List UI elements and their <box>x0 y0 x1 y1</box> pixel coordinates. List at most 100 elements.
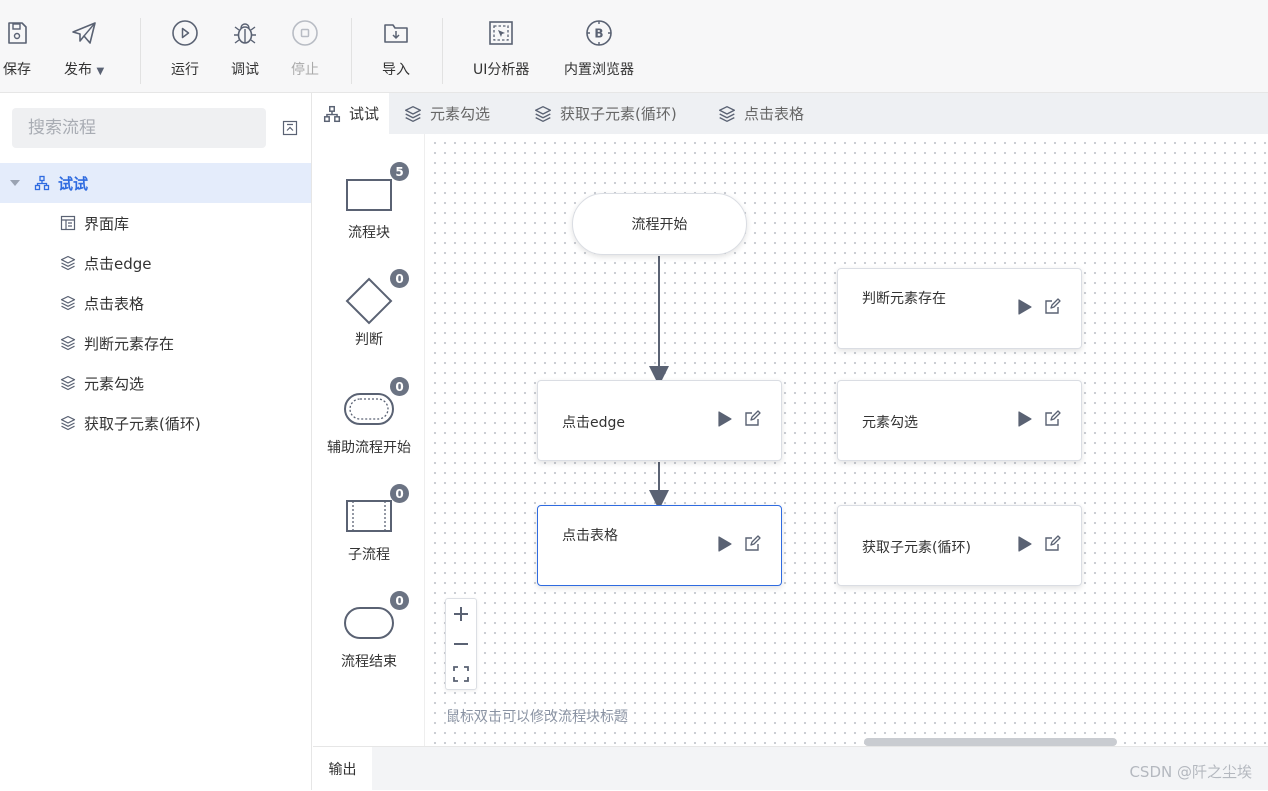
layers-icon <box>719 105 735 122</box>
palette-subprocess[interactable]: 子流程 0 <box>313 484 425 584</box>
start-node[interactable]: 流程开始 <box>572 193 747 255</box>
bottom-panel: 输出 CSDN @阡之尘埃 <box>313 746 1268 791</box>
tab-element-check[interactable]: 元素勾选 <box>394 93 500 134</box>
caret-down-icon[interactable] <box>10 180 20 186</box>
collapse-all-icon[interactable] <box>282 120 298 136</box>
layers-icon <box>60 295 76 311</box>
palette-label: 辅助流程开始 <box>327 440 411 456</box>
fit-screen-icon[interactable] <box>446 659 476 689</box>
palette-label: 流程块 <box>348 225 390 241</box>
play-icon[interactable] <box>1018 298 1032 315</box>
palette-label: 判断 <box>355 332 383 348</box>
svg-text:B: B <box>594 27 603 41</box>
tree-item-ui-library[interactable]: 界面库 <box>0 203 311 243</box>
run-label: 运行 <box>171 62 199 78</box>
stop-label: 停止 <box>291 62 319 78</box>
save-label: 保存 <box>3 62 31 78</box>
tab-get-children[interactable]: 获取子元素(循环) <box>524 93 687 134</box>
tree-item-label: 获取子元素(循环) <box>84 414 201 433</box>
flow-icon <box>34 175 50 191</box>
tree-item-root[interactable]: 试试 <box>0 163 311 203</box>
edit-icon[interactable] <box>1044 298 1061 315</box>
run-button[interactable]: 运行 <box>170 18 200 84</box>
stop-circle-icon <box>292 20 318 46</box>
toolbar-divider <box>351 18 352 84</box>
ui-analyzer-button[interactable]: UI分析器 <box>473 18 529 84</box>
save-icon <box>8 22 27 44</box>
bug-icon <box>234 23 256 44</box>
element-picker-icon <box>489 21 513 45</box>
flow-canvas[interactable]: 流程开始 点击edge 点击表格 判断元素存在 元素勾选 获取子元素(循环) 鼠… <box>426 134 1268 746</box>
edit-icon[interactable] <box>1044 535 1061 552</box>
process-node[interactable]: 获取子元素(循环) <box>837 505 1082 586</box>
zoom-controls <box>445 598 477 690</box>
zoom-out-icon[interactable] <box>446 629 476 659</box>
palette-process-block[interactable]: 流程块 5 <box>313 162 425 262</box>
tree-item-label: 点击edge <box>84 254 152 273</box>
rectangle-shape-icon <box>346 179 392 211</box>
browser-label: 内置浏览器 <box>564 62 634 78</box>
node-label: 流程开始 <box>631 217 688 233</box>
play-icon[interactable] <box>718 535 732 552</box>
tab-label: 点击表格 <box>744 105 805 123</box>
process-node[interactable]: 判断元素存在 <box>837 268 1082 349</box>
play-circle-icon <box>172 20 198 46</box>
palette-label: 流程结束 <box>341 654 397 670</box>
tab-click-table[interactable]: 点击表格 <box>708 93 814 134</box>
pill-shape-icon <box>344 607 394 639</box>
tree-item-label: 界面库 <box>84 214 130 233</box>
palette-aux-start[interactable]: 辅助流程开始 0 <box>313 377 425 477</box>
browser-button[interactable]: B 内置浏览器 <box>564 18 634 84</box>
zoom-in-icon[interactable] <box>446 599 476 629</box>
layers-icon <box>60 375 76 391</box>
tree-item-element-check[interactable]: 元素勾选 <box>0 363 311 403</box>
editor-tabs: 试试 元素勾选 获取子元素(循环) 点击表格 <box>313 93 1268 134</box>
tree-item-get-children[interactable]: 获取子元素(循环) <box>0 403 311 443</box>
watermark: CSDN @阡之尘埃 <box>1129 763 1252 781</box>
save-button[interactable]: 保存 <box>2 18 32 84</box>
process-node[interactable]: 元素勾选 <box>837 380 1082 461</box>
import-button[interactable]: 导入 <box>381 18 411 84</box>
layers-icon <box>60 335 76 351</box>
edit-icon[interactable] <box>1044 410 1061 427</box>
process-sidebar: 试试 界面库 点击edge 点击表格 判断元素存在 元素勾选 获取子元素(循环) <box>0 93 312 790</box>
horizontal-scrollbar[interactable] <box>864 738 1117 746</box>
node-label: 判断元素存在 <box>862 291 946 307</box>
process-node-selected[interactable]: 点击表格 <box>537 505 782 586</box>
double-pill-shape-icon <box>344 393 394 425</box>
browser-icon: B <box>586 20 612 46</box>
layers-icon <box>60 415 76 431</box>
debug-label: 调试 <box>231 62 259 78</box>
layers-icon <box>405 105 421 122</box>
edit-icon[interactable] <box>744 410 761 427</box>
layers-icon <box>60 255 76 271</box>
stop-button[interactable]: 停止 <box>290 18 320 84</box>
search-input[interactable] <box>12 108 266 148</box>
play-icon[interactable] <box>718 410 732 427</box>
palette-decision[interactable]: 判断 0 <box>313 269 425 369</box>
tab-main-flow[interactable]: 试试 <box>313 93 389 134</box>
palette-label: 子流程 <box>348 547 390 563</box>
toolbar-divider <box>140 18 141 84</box>
play-icon[interactable] <box>1018 410 1032 427</box>
debug-button[interactable]: 调试 <box>230 18 260 84</box>
ui-analyzer-label: UI分析器 <box>473 62 530 78</box>
play-icon[interactable] <box>1018 535 1032 552</box>
tab-label: 获取子元素(循环) <box>560 105 677 123</box>
layers-icon <box>535 105 551 122</box>
tree-item-click-table[interactable]: 点击表格 <box>0 283 311 323</box>
count-badge: 5 <box>390 162 409 181</box>
publish-button[interactable]: 发布 ▼ <box>64 18 104 84</box>
tree-item-check-element[interactable]: 判断元素存在 <box>0 323 311 363</box>
node-palette: 流程块 5 判断 0 辅助流程开始 0 子流程 0 流程结束 0 <box>313 134 425 746</box>
diamond-shape-icon <box>345 277 393 325</box>
tree-item-click-edge[interactable]: 点击edge <box>0 243 311 283</box>
tab-output[interactable]: 输出 <box>313 747 372 791</box>
toolbar-divider <box>442 18 443 84</box>
palette-end[interactable]: 流程结束 0 <box>313 591 425 691</box>
node-label: 点击edge <box>562 415 625 431</box>
tree-root-label: 试试 <box>58 174 89 193</box>
toolbar: 保存 发布 ▼ 运行 调试 停止 导入 UI分析器 B 内置浏览器 <box>0 0 1268 93</box>
edit-icon[interactable] <box>744 535 761 552</box>
process-node[interactable]: 点击edge <box>537 380 782 461</box>
